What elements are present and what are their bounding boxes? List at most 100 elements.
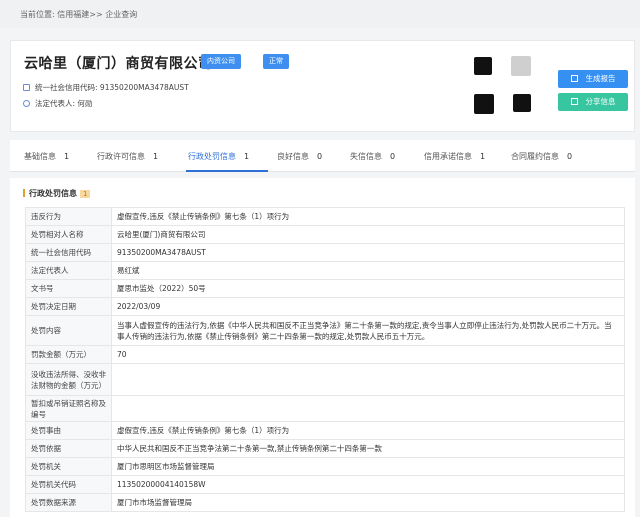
row-value: 2022/03/09 <box>111 297 625 316</box>
company-type-tag: 内资公司 <box>201 54 241 69</box>
row-value: 厦门市思明区市场监督管理局 <box>111 457 625 476</box>
tab-label: 行政处罚信息 <box>188 152 236 161</box>
share-info-label: 分享信息 <box>585 97 616 106</box>
table-row: 处罚机关代码 11350200004140158W <box>25 475 625 494</box>
tab-basic-info[interactable]: 基础信息 1 <box>24 151 69 162</box>
qr-code-block <box>474 94 494 114</box>
id-card-icon <box>23 84 30 91</box>
tab-label: 合同履约信息 <box>511 152 559 161</box>
qr-code-block <box>474 57 492 75</box>
tab-admin-penalty[interactable]: 行政处罚信息 1 <box>188 151 249 162</box>
tab-label: 信用承诺信息 <box>424 152 472 161</box>
section-title-text: 行政处罚信息 <box>29 189 77 198</box>
credit-code-label: 统一社会信用代码: <box>35 83 98 92</box>
row-key: 统一社会信用代码 <box>25 243 112 262</box>
company-card: 云哈里（厦门）商贸有限公司 内资公司 正常 统一社会信用代码: 91350200… <box>10 40 635 132</box>
tab-dishonest-info[interactable]: 失信信息 0 <box>350 151 395 162</box>
share-info-button[interactable]: 分享信息 <box>558 93 628 111</box>
tab-good-info[interactable]: 良好信息 0 <box>277 151 322 162</box>
legal-rep-label: 法定代表人: <box>35 99 76 108</box>
row-value: 虚假宣传,违反《禁止传销条例》第七条（1）项行为 <box>111 421 625 440</box>
row-key: 处罚机关 <box>25 457 112 476</box>
table-row: 统一社会信用代码 91350200MA3478AUST <box>25 243 625 262</box>
row-value: 当事人虚假宣传的违法行为,依据《中华人民共和国反不正当竞争法》第二十条第一款的规… <box>111 315 625 346</box>
row-key: 处罚依据 <box>25 439 112 458</box>
penalty-table: 违反行为 虚假宣传,违反《禁止传销条例》第七条（1）项行为 处罚相对人名称 云哈里(… <box>25 207 625 512</box>
table-row: 处罚相对人名称 云哈里(厦门)商贸有限公司 <box>25 225 625 244</box>
row-key: 处罚数据来源 <box>25 493 112 512</box>
row-value: 70 <box>111 345 625 364</box>
tab-label: 良好信息 <box>277 152 309 161</box>
table-row: 法定代表人 易红斌 <box>25 261 625 280</box>
breadcrumb-link[interactable]: 信用福建>> <box>57 10 102 19</box>
info-tabs: 基础信息 1 行政许可信息 1 行政处罚信息 1 良好信息 0 失信信息 0 信用承诺信息… <box>10 140 635 172</box>
breadcrumb-current: 企业查询 <box>105 10 138 19</box>
table-row: 处罚机关 厦门市思明区市场监督管理局 <box>25 457 625 476</box>
table-row: 处罚事由 虚假宣传,违反《禁止传销条例》第七条（1）项行为 <box>25 421 625 440</box>
row-key: 处罚事由 <box>25 421 112 440</box>
row-value: 易红斌 <box>111 261 625 280</box>
row-key: 处罚相对人名称 <box>25 225 112 244</box>
table-row: 处罚决定日期 2022/03/09 <box>25 297 625 316</box>
section-title: 行政处罚信息 1 <box>23 188 91 199</box>
row-key: 罚款金额（万元） <box>25 345 112 364</box>
tab-credit-commitment[interactable]: 信用承诺信息 1 <box>424 151 485 162</box>
table-row: 罚款金额（万元） 70 <box>25 345 625 364</box>
row-key: 没收违法所得、没收非法财物的金额（万元） <box>25 363 112 396</box>
row-key: 处罚内容 <box>25 315 112 346</box>
row-value: 虚假宣传,违反《禁止传销条例》第七条（1）项行为 <box>111 207 625 226</box>
row-value <box>111 395 625 422</box>
tab-count: 0 <box>317 152 323 161</box>
tab-contract-performance[interactable]: 合同履约信息 0 <box>511 151 572 162</box>
tab-admin-license[interactable]: 行政许可信息 1 <box>97 151 158 162</box>
row-value: 91350200MA3478AUST <box>111 243 625 262</box>
table-row: 处罚数据来源 厦门市市场监督管理局 <box>25 493 625 512</box>
person-icon <box>23 100 30 107</box>
row-value: 厦门市市场监督管理局 <box>111 493 625 512</box>
generate-report-button[interactable]: 生成报告 <box>558 70 628 88</box>
tab-label: 行政许可信息 <box>97 152 145 161</box>
penalty-section: 行政处罚信息 1 违反行为 虚假宣传,违反《禁止传销条例》第七条（1）项行为 处罚相… <box>10 178 635 517</box>
tab-count: 1 <box>153 152 159 161</box>
row-value: 11350200004140158W <box>111 475 625 494</box>
credit-code-line: 统一社会信用代码: 91350200MA3478AUST <box>23 82 189 93</box>
row-value: 云哈里(厦门)商贸有限公司 <box>111 225 625 244</box>
active-tab-indicator <box>186 170 268 172</box>
row-key: 文书号 <box>25 279 112 298</box>
tab-count: 1 <box>480 152 486 161</box>
row-value: 中华人民共和国反不正当竞争法第二十条第一款,禁止传销条例第二十四条第一款 <box>111 439 625 458</box>
breadcrumb-prefix: 当前位置: <box>20 10 55 19</box>
row-key: 处罚机关代码 <box>25 475 112 494</box>
table-row: 文书号 厦思市监处（2022）50号 <box>25 279 625 298</box>
row-key: 违反行为 <box>25 207 112 226</box>
row-key: 处罚决定日期 <box>25 297 112 316</box>
tab-label: 基础信息 <box>24 152 56 161</box>
tab-count: 0 <box>390 152 396 161</box>
generate-report-label: 生成报告 <box>585 74 616 83</box>
qr-code-block <box>511 56 531 76</box>
company-status-tag: 正常 <box>263 54 289 69</box>
table-row: 违反行为 虚假宣传,违反《禁止传销条例》第七条（1）项行为 <box>25 207 625 226</box>
tab-label: 失信信息 <box>350 152 382 161</box>
title-bar-icon <box>23 189 25 197</box>
company-name: 云哈里（厦门）商贸有限公司 <box>24 56 213 72</box>
document-icon <box>570 75 578 82</box>
section-count-badge: 1 <box>80 190 91 198</box>
table-row: 没收违法所得、没收非法财物的金额（万元） <box>25 363 625 396</box>
table-row: 暂扣或吊销证照名称及编号 <box>25 395 625 422</box>
qr-code-block <box>513 94 531 112</box>
legal-rep-value: 何勋 <box>77 99 93 108</box>
breadcrumb: 当前位置: 信用福建>> 企业查询 <box>0 0 640 28</box>
table-row: 处罚内容 当事人虚假宣传的违法行为,依据《中华人民共和国反不正当竞争法》第二十条第… <box>25 315 625 346</box>
tab-count: 0 <box>567 152 573 161</box>
tab-count: 1 <box>244 152 250 161</box>
row-key: 暂扣或吊销证照名称及编号 <box>25 395 112 422</box>
row-value <box>111 363 625 396</box>
row-key: 法定代表人 <box>25 261 112 280</box>
credit-code-value: 91350200MA3478AUST <box>99 83 189 92</box>
row-value: 厦思市监处（2022）50号 <box>111 279 625 298</box>
table-row: 处罚依据 中华人民共和国反不正当竞争法第二十条第一款,禁止传销条例第二十四条第一款 <box>25 439 625 458</box>
legal-rep-line: 法定代表人: 何勋 <box>23 98 92 109</box>
tab-count: 1 <box>64 152 70 161</box>
share-icon <box>570 98 578 105</box>
